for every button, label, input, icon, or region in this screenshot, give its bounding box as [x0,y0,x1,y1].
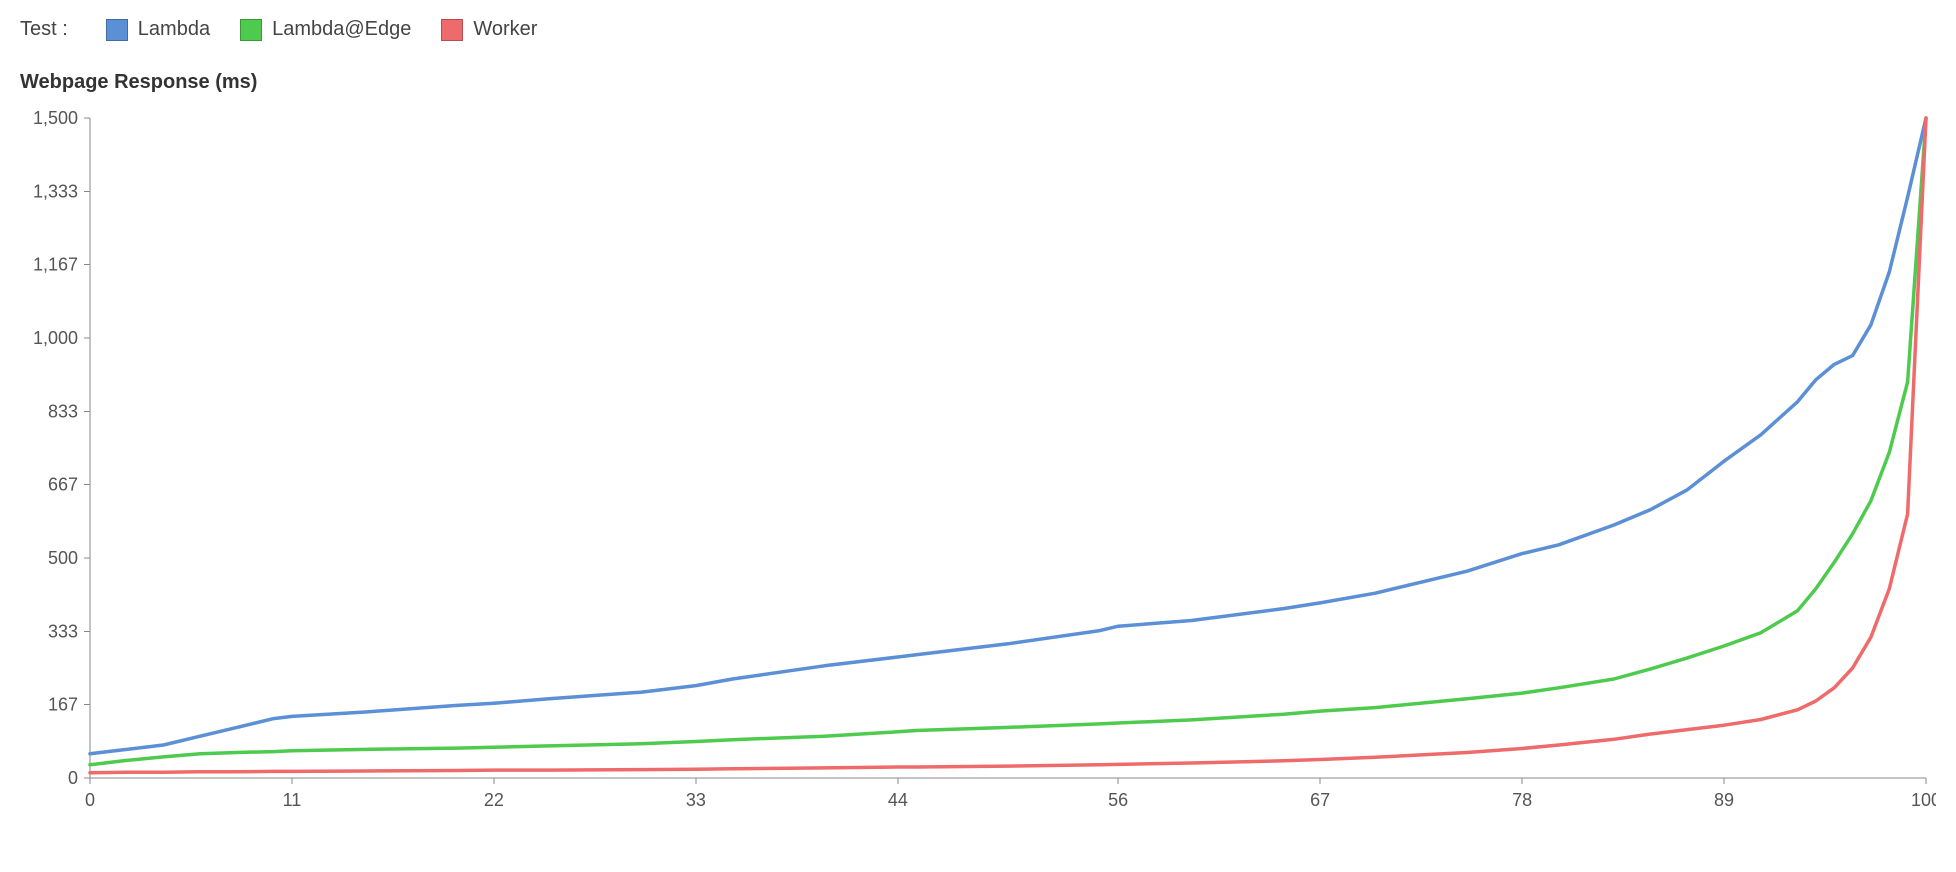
x-tick-label: 89 [1714,790,1734,810]
legend-item-lambda-edge: Lambda@Edge [240,18,411,41]
x-tick-label: 44 [888,790,908,810]
y-tick-label: 667 [48,475,78,495]
x-tick-label: 11 [283,790,302,810]
y-tick-label: 1,167 [33,255,78,275]
swatch-lambda-edge [240,19,262,41]
y-tick-label: 1,000 [33,328,78,348]
series-lambda [90,118,1926,754]
y-tick-label: 333 [48,621,78,641]
chart: 0 167 333 500 667 833 1,000 1,167 1,333 1,500 0 11 2… [20,108,1936,828]
legend-item-worker: Worker [441,18,537,41]
x-tick-label: 78 [1512,790,1532,810]
swatch-worker [441,19,463,41]
x-tick-label: 100 [1911,790,1936,810]
y-tick-label: 1,500 [33,108,78,128]
legend-label: Lambda@Edge [272,18,411,41]
y-tick-label: 833 [48,401,78,421]
chart-svg: 0 167 333 500 667 833 1,000 1,167 1,333 1,500 0 11 2… [20,108,1936,828]
y-tick-label: 1,333 [33,181,78,201]
x-tick-label: 33 [686,790,706,810]
swatch-lambda [106,19,128,41]
x-tick-label: 22 [484,790,504,810]
y-tick-label: 167 [48,695,78,715]
x-tick-label: 67 [1310,790,1330,810]
y-tick-label: 0 [68,768,78,788]
y-tick-label: 500 [48,548,78,568]
legend-title: Test : [20,18,68,41]
x-tick-label: 0 [85,790,95,810]
legend-item-lambda: Lambda [106,18,210,41]
series-worker [90,118,1926,773]
chart-subtitle: Webpage Response (ms) [20,71,1936,94]
legend-label: Worker [473,18,537,41]
x-tick-label: 56 [1108,790,1128,810]
legend: Test : Lambda Lambda@Edge Worker [20,18,1936,41]
legend-label: Lambda [138,18,210,41]
series-lambda-edge [90,118,1926,765]
